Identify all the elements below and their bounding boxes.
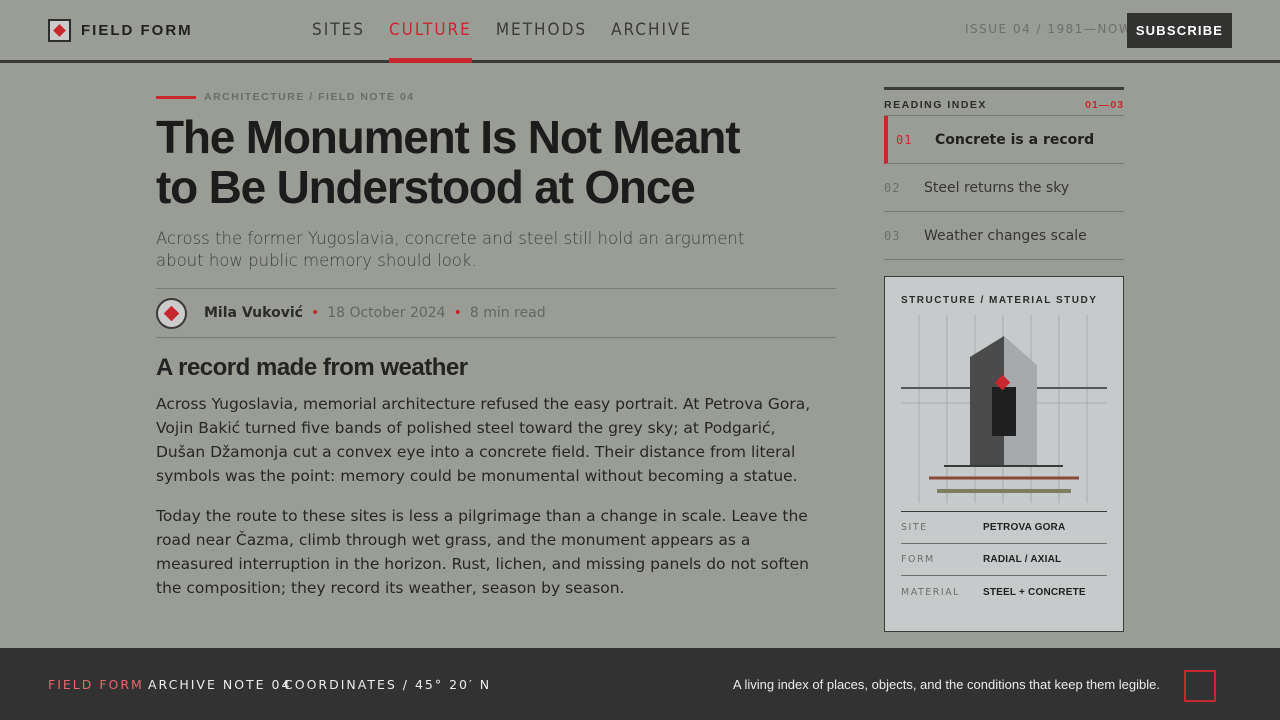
byline: Mila Vuković • 18 October 2024 • 8 min r… xyxy=(156,288,836,338)
reading-index-num: 02 xyxy=(884,180,901,195)
footer-archive-note: ARCHIVE NOTE 04 xyxy=(148,677,292,692)
subscribe-button[interactable]: SUBSCRIBE xyxy=(1127,13,1232,48)
reading-index-num: 03 xyxy=(884,228,901,243)
study-value: PETROVA GORA xyxy=(983,522,1066,533)
reading-index-item-2[interactable]: 02 Steel returns the sky xyxy=(884,164,1124,212)
reading-index-label: Concrete is a record xyxy=(935,131,1095,148)
kicker-rule xyxy=(156,95,196,99)
study-value: STEEL + CONCRETE xyxy=(983,586,1086,598)
publish-date: 18 October 2024 xyxy=(327,305,446,321)
square-outline-icon xyxy=(1184,670,1216,702)
separator-dot: • xyxy=(453,305,462,321)
material-study-card: STRUCTURE / MATERIAL STUDY SITE PETROVA … xyxy=(884,276,1124,632)
reading-index-item-3[interactable]: 03 Weather changes scale xyxy=(884,212,1124,260)
issue-label: ISSUE 04 / 1981—NOW xyxy=(965,22,1133,36)
main-nav: SITES CULTURE METHODS ARCHIVE xyxy=(312,0,716,63)
reading-index-label: Steel returns the sky xyxy=(924,179,1070,196)
study-row-site: SITE PETROVA GORA xyxy=(901,512,1107,544)
diamond-logo-icon xyxy=(48,18,71,42)
study-value: RADIAL / AXIAL xyxy=(983,554,1062,565)
nav-item-methods[interactable]: METHODS xyxy=(496,0,587,60)
article-kicker: ARCHITECTURE / FIELD NOTE 04 xyxy=(156,91,415,103)
body-paragraph-1: Across Yugoslavia, memorial architecture… xyxy=(156,395,811,485)
reading-index-header: READING INDEX 01—03 xyxy=(884,90,1124,116)
separator-dot: • xyxy=(310,305,320,321)
author-name[interactable]: Mila Vuković xyxy=(204,305,303,321)
avatar-diamond-icon xyxy=(156,297,187,329)
study-row-material: MATERIAL STEEL + CONCRETE xyxy=(901,576,1107,608)
study-row-form: FORM RADIAL / AXIAL xyxy=(901,544,1107,576)
read-time: 8 min read xyxy=(469,305,546,321)
study-key: SITE xyxy=(901,522,928,533)
kicker-text[interactable]: ARCHITECTURE / FIELD NOTE 04 xyxy=(204,91,415,103)
footer-coordinates: COORDINATES / 45° 20′ N xyxy=(284,677,492,692)
footer-tagline: A living index of places, objects, and t… xyxy=(732,677,1160,692)
study-key: MATERIAL xyxy=(901,586,960,598)
reading-index: READING INDEX 01—03 01 Concrete is a rec… xyxy=(884,87,1124,260)
brand-logo[interactable]: FIELD FORM xyxy=(48,18,193,42)
headline-line-1: The Monument Is Not Meant xyxy=(156,111,741,163)
body-paragraph-2: Today the route to these sites is less a… xyxy=(156,507,809,597)
monument-illustration xyxy=(901,315,1107,503)
section-title: A record made from weather xyxy=(156,354,468,381)
headline-line-2: to Be Understood at Once xyxy=(156,161,696,213)
nav-item-archive[interactable]: ARCHIVE xyxy=(611,0,692,60)
nav-item-culture[interactable]: CULTURE xyxy=(388,0,472,63)
reading-index-num: 01 xyxy=(896,132,913,147)
study-card-table: SITE PETROVA GORA FORM RADIAL / AXIAL MA… xyxy=(901,511,1107,608)
study-key: FORM xyxy=(901,554,935,565)
article-dek: Across the former Yugoslavia, concrete a… xyxy=(156,229,745,270)
reading-index-count: 01—03 xyxy=(1085,98,1124,111)
brand-name: FIELD FORM xyxy=(81,21,193,39)
monument-doorway xyxy=(992,387,1016,436)
site-footer: FIELD FORM ARCHIVE NOTE 04 COORDINATES /… xyxy=(0,648,1280,720)
nav-item-sites[interactable]: SITES xyxy=(312,0,365,60)
reading-index-item-1[interactable]: 01 Concrete is a record xyxy=(884,116,1124,164)
study-card-title: STRUCTURE / MATERIAL STUDY xyxy=(901,295,1098,306)
footer-brand[interactable]: FIELD FORM xyxy=(48,677,144,692)
reading-index-label: Weather changes scale xyxy=(924,227,1087,244)
reading-index-title: READING INDEX xyxy=(884,98,987,111)
article-headline: The Monument Is Not Meant to Be Understo… xyxy=(156,112,836,212)
top-bar: FIELD FORM SITES CULTURE METHODS ARCHIVE… xyxy=(0,0,1280,63)
